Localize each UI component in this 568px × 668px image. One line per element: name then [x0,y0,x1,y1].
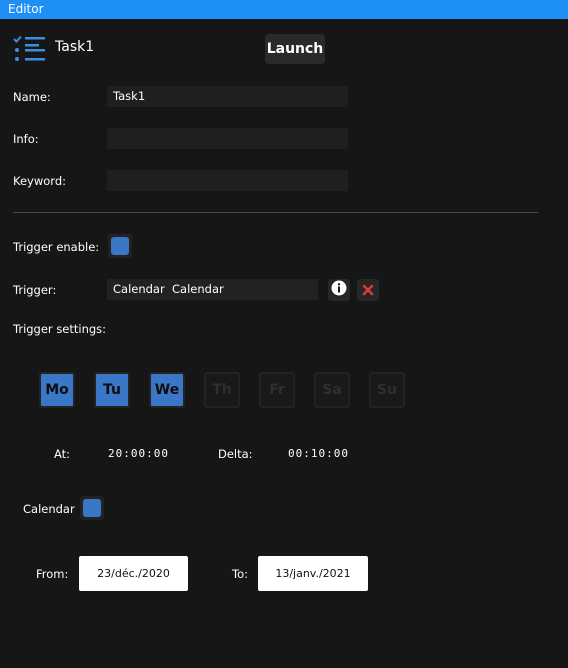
day-toggle-sunday[interactable]: Su [369,372,405,408]
task-list-icon [13,35,47,63]
checkbox-check [83,499,101,517]
window-titlebar: Editor [0,0,568,19]
to-date-value: 13/janv./2021 [275,567,351,580]
from-date-picker[interactable]: 23/déc./2020 [79,556,188,591]
from-date-value: 23/déc./2020 [97,567,170,580]
day-label: Tu [103,382,121,398]
day-toggle-friday[interactable]: Fr [259,372,295,408]
day-toggle-tuesday[interactable]: Tu [94,372,130,408]
calendar-checkbox[interactable] [80,496,104,520]
trigger-enable-label: Trigger enable: [13,240,100,254]
day-label: Fr [269,382,285,398]
day-toggle-saturday[interactable]: Sa [314,372,350,408]
at-time-field[interactable]: 20:00:00 [108,447,169,460]
info-label: Info: [13,132,39,146]
trigger-settings-label: Trigger settings: [13,322,107,336]
divider [13,212,538,213]
task-title: Task1 [55,39,95,55]
day-toggle-thursday[interactable]: Th [204,372,240,408]
editor-panel: Task1 Launch Name: Task1 Info: Keyword: … [0,19,568,668]
window-title: Editor [8,2,44,16]
to-date-picker[interactable]: 13/janv./2021 [258,556,368,591]
trigger-info-button[interactable] [328,279,350,301]
launch-button[interactable]: Launch [265,34,325,64]
trigger-remove-button[interactable] [357,279,379,301]
calendar-label: Calendar [23,502,75,516]
checkbox-check [111,237,129,255]
day-toggle-wednesday[interactable]: We [149,372,185,408]
to-label: To: [232,567,248,581]
info-field[interactable] [107,128,348,149]
info-icon [331,280,347,300]
delta-label: Delta: [218,447,253,461]
name-label: Name: [13,90,51,104]
day-label: Mo [45,382,69,398]
day-label: We [154,382,180,398]
day-label: Su [376,382,398,398]
name-field[interactable]: Task1 [107,86,348,107]
day-label: Th [212,382,232,398]
close-icon [362,281,374,300]
keyword-label: Keyword: [13,174,66,188]
trigger-field[interactable]: Calendar Calendar [107,279,318,300]
keyword-field[interactable] [107,170,348,191]
day-toggle-monday[interactable]: Mo [39,372,75,408]
trigger-label: Trigger: [13,283,57,297]
day-label: Sa [322,382,342,398]
delta-time-field[interactable]: 00:10:00 [288,447,349,460]
at-label: At: [54,447,71,461]
trigger-enable-checkbox[interactable] [108,234,132,258]
launch-button-label: Launch [266,41,324,57]
from-label: From: [36,567,69,581]
